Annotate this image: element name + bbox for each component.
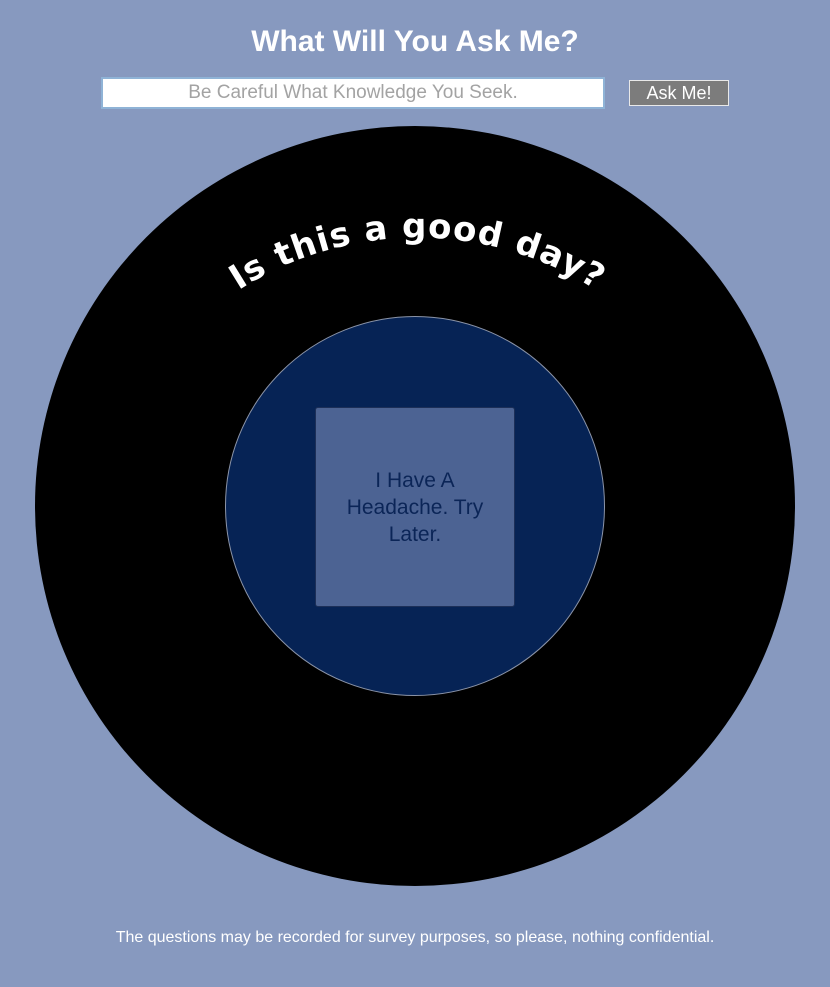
asked-question-text: Is this a good day? [222,206,612,297]
ask-me-button[interactable]: Ask Me! [629,80,729,106]
answer-die: I Have A Headache. Try Later. [315,407,515,607]
question-input[interactable] [101,77,605,109]
page-title: What Will You Ask Me? [251,25,579,58]
answer-window: I Have A Headache. Try Later. [225,316,605,696]
asked-question-path: Is this a good day? [222,206,611,297]
answer-text: I Have A Headache. Try Later. [346,468,484,546]
magic-eight-ball: Is this a good day? I Have A Headache. T… [35,126,795,886]
disclaimer-text: The questions may be recorded for survey… [115,929,715,946]
